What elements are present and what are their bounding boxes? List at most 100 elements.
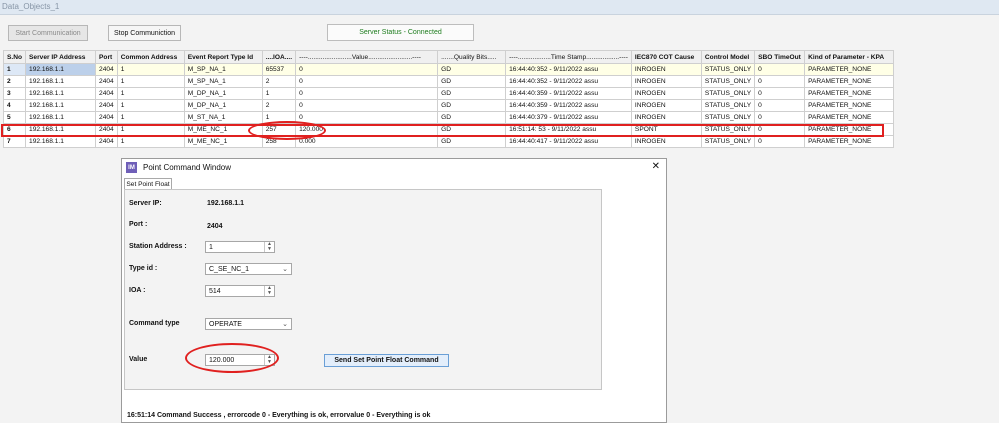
table-row[interactable]: 1 192.168.1.1 2404 1 M_SP_NA_1 65537 0 GD 16:44:…	[2, 63, 895, 76]
cell-port[interactable]: 2404	[95, 99, 118, 112]
cell-server-ip[interactable]: 192.168.1.1	[25, 75, 97, 88]
cell-quality[interactable]: GD	[437, 75, 507, 88]
cell-common-address[interactable]: 1	[116, 111, 185, 124]
cell-sno[interactable]: 5	[2, 111, 27, 124]
cell-sno[interactable]: 7	[2, 135, 27, 148]
cell-quality[interactable]: GD	[437, 123, 507, 136]
cell-server-ip[interactable]: 192.168.1.1	[25, 123, 97, 136]
cell-port[interactable]: 2404	[95, 63, 118, 76]
cell-cot[interactable]: INROGEN	[630, 135, 702, 148]
ioa-input[interactable]: 514 ▲ ▼	[205, 285, 275, 297]
cell-timestamp[interactable]: 16:44:40:352 - 9/11/2022 assu	[505, 75, 632, 88]
cell-sno[interactable]: 4	[2, 99, 27, 112]
cell-timestamp[interactable]: 16:44:40:352 - 9/11/2022 assu	[505, 63, 632, 76]
cell-value[interactable]: 0	[295, 87, 439, 100]
cell-timestamp[interactable]: 16:44:40:359 - 9/11/2022 assu	[505, 87, 632, 100]
cell-common-address[interactable]: 1	[116, 87, 185, 100]
col-header-sno[interactable]: S.No	[2, 50, 27, 64]
cell-kpa[interactable]: PARAMETER_NONE	[804, 135, 895, 148]
cell-port[interactable]: 2404	[95, 75, 118, 88]
cell-common-address[interactable]: 1	[116, 135, 185, 148]
cell-control-model[interactable]: STATUS_ONLY	[700, 87, 756, 100]
cell-kpa[interactable]: PARAMETER_NONE	[804, 75, 895, 88]
col-header-cot[interactable]: IEC870 COT Cause	[630, 50, 702, 64]
table-row[interactable]: 2 192.168.1.1 2404 1 M_SP_NA_1 2 0 GD 16:44:40:3…	[2, 75, 895, 88]
cell-sbo-timeout[interactable]: 0	[754, 63, 806, 76]
cell-kpa[interactable]: PARAMETER_NONE	[804, 99, 895, 112]
cell-control-model[interactable]: STATUS_ONLY	[700, 123, 756, 136]
cell-sbo-timeout[interactable]: 0	[754, 123, 806, 136]
cell-value[interactable]: 0	[295, 111, 439, 124]
cell-event-type[interactable]: M_DP_NA_1	[183, 99, 263, 112]
cell-server-ip[interactable]: 192.168.1.1	[25, 87, 97, 100]
cell-ioa[interactable]: 2	[261, 75, 297, 88]
station-address-input[interactable]: 1 ▲ ▼	[205, 241, 275, 253]
cell-ioa[interactable]: 1	[261, 87, 297, 100]
cell-sno[interactable]: 1	[2, 63, 27, 76]
cell-sbo-timeout[interactable]: 0	[754, 75, 806, 88]
cell-event-type[interactable]: M_ST_NA_1	[183, 111, 263, 124]
col-header-common-address[interactable]: Common Address	[116, 50, 185, 64]
cell-control-model[interactable]: STATUS_ONLY	[700, 75, 756, 88]
send-set-point-button[interactable]: Send Set Point Float Command	[324, 354, 449, 367]
cell-cot[interactable]: SPONT	[630, 123, 702, 136]
cell-server-ip[interactable]: 192.168.1.1	[25, 111, 97, 124]
cell-kpa[interactable]: PARAMETER_NONE	[804, 63, 895, 76]
col-header-quality[interactable]: .......Quality Bits.....	[437, 50, 507, 64]
stop-communication-button[interactable]: Stop Communiction	[108, 25, 181, 41]
cell-server-ip[interactable]: 192.168.1.1	[25, 63, 97, 76]
cell-ioa[interactable]: 65537	[261, 63, 297, 76]
cell-cot[interactable]: INROGEN	[630, 87, 702, 100]
cell-timestamp[interactable]: 16:44:40:359 - 9/11/2022 assu	[505, 99, 632, 112]
table-row[interactable]: 5 192.168.1.1 2404 1 M_ST_NA_1 1 0 GD 16:44:40:3…	[2, 111, 895, 124]
cell-common-address[interactable]: 1	[116, 123, 185, 136]
cell-common-address[interactable]: 1	[116, 75, 185, 88]
cell-kpa[interactable]: PARAMETER_NONE	[804, 87, 895, 100]
cell-server-ip[interactable]: 192.168.1.1	[25, 135, 97, 148]
col-header-port[interactable]: Port	[95, 50, 118, 64]
col-header-kpa[interactable]: Kind of Parameter - KPA	[804, 50, 895, 64]
cell-quality[interactable]: GD	[437, 63, 507, 76]
cell-control-model[interactable]: STATUS_ONLY	[700, 111, 756, 124]
cell-value[interactable]: 0	[295, 75, 439, 88]
cell-cot[interactable]: INROGEN	[630, 111, 702, 124]
cell-control-model[interactable]: STATUS_ONLY	[700, 99, 756, 112]
spinner-icon[interactable]: ▲ ▼	[264, 286, 274, 296]
cell-ioa[interactable]: 2	[261, 99, 297, 112]
cell-sno[interactable]: 6	[2, 123, 27, 136]
cell-event-type[interactable]: M_SP_NA_1	[183, 75, 263, 88]
cell-cot[interactable]: INROGEN	[630, 63, 702, 76]
cell-sno[interactable]: 3	[2, 87, 27, 100]
cell-value[interactable]: 0	[295, 63, 439, 76]
cell-value[interactable]: 0	[295, 99, 439, 112]
close-icon[interactable]: ✕	[652, 161, 660, 172]
cell-cot[interactable]: INROGEN	[630, 99, 702, 112]
col-header-control-model[interactable]: Control Model	[700, 50, 756, 64]
type-id-select[interactable]: C_SE_NC_1 ⌄	[205, 263, 292, 275]
cell-sbo-timeout[interactable]: 0	[754, 111, 806, 124]
cell-timestamp[interactable]: 16:51:14: 53 - 9/11/2022 assu	[505, 123, 632, 136]
col-header-event-type[interactable]: Event Report Type Id	[183, 50, 263, 64]
cell-port[interactable]: 2404	[95, 135, 118, 148]
cell-sbo-timeout[interactable]: 0	[754, 135, 806, 148]
cell-quality[interactable]: GD	[437, 87, 507, 100]
cell-quality[interactable]: GD	[437, 135, 507, 148]
table-row[interactable]: 4 192.168.1.1 2404 1 M_DP_NA_1 2 0 GD 16:44:40:3…	[2, 99, 895, 112]
cell-timestamp[interactable]: 16:44:40:417 - 9/11/2022 assu	[505, 135, 632, 148]
cell-event-type[interactable]: M_SP_NA_1	[183, 63, 263, 76]
command-type-select[interactable]: OPERATE ⌄	[205, 318, 292, 330]
start-communication-button[interactable]: Start Communication	[8, 25, 88, 41]
cell-sbo-timeout[interactable]: 0	[754, 87, 806, 100]
table-row[interactable]: 7 192.168.1.1 2404 1 M_ME_NC_1 258 0.000 GD 16:4…	[2, 135, 895, 148]
cell-control-model[interactable]: STATUS_ONLY	[700, 63, 756, 76]
cell-quality[interactable]: GD	[437, 99, 507, 112]
col-header-server-ip[interactable]: Server IP Address	[25, 50, 97, 64]
cell-port[interactable]: 2404	[95, 123, 118, 136]
cell-port[interactable]: 2404	[95, 87, 118, 100]
cell-event-type[interactable]: M_ME_NC_1	[183, 135, 263, 148]
table-row[interactable]: 6 192.168.1.1 2404 1 M_ME_NC_1 257 120.000 GD 16…	[2, 123, 895, 136]
table-row[interactable]: 3 192.168.1.1 2404 1 M_DP_NA_1 1 0 GD 16:44:40:3…	[2, 87, 895, 100]
cell-sno[interactable]: 2	[2, 75, 27, 88]
cell-common-address[interactable]: 1	[116, 63, 185, 76]
cell-kpa[interactable]: PARAMETER_NONE	[804, 123, 895, 136]
